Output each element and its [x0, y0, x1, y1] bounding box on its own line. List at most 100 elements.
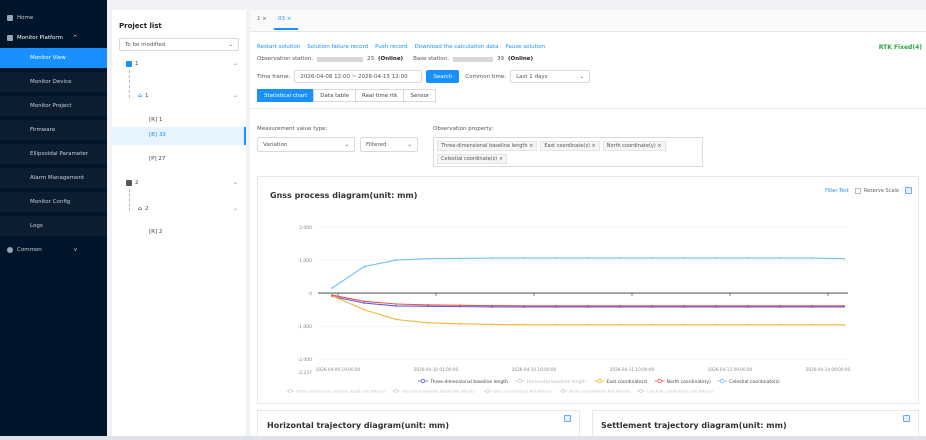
close-icon[interactable]: × [657, 143, 661, 149]
sidebar-item-ellipsoidal[interactable]: Ellipsoidal Parameter [0, 144, 107, 164]
series-point [587, 323, 589, 326]
sidebar-item-home[interactable]: Home [0, 8, 107, 28]
sidebar-item-common[interactable]: Common v [0, 240, 107, 260]
horizontal-trajectory-title: Horizontal trajectory diagram(unit: mm) [267, 421, 450, 430]
series-point [651, 323, 653, 326]
tab-03[interactable]: 03 × [278, 16, 291, 22]
tree-node-1-child[interactable]: ⌂ 1 [138, 93, 148, 99]
legend-marker [517, 378, 523, 384]
series-point [683, 323, 685, 326]
chevron-up-icon[interactable]: ⌃ [233, 208, 238, 215]
bottom-strip [0, 436, 926, 440]
filter-select[interactable]: Filtered ⌄ [360, 137, 418, 152]
legend-marker [720, 378, 725, 384]
sidebar-item-monitor-project[interactable]: Monitor Project [0, 96, 107, 116]
series-line [331, 295, 844, 326]
series-point [363, 265, 365, 268]
property-tag[interactable]: East coordinate(z) × [540, 141, 600, 151]
restart-solution-link[interactable]: Restart solution [257, 44, 300, 50]
sidebar-item-monitor-config[interactable]: Monitor Config [0, 192, 107, 212]
tab-data-table[interactable]: Data table [313, 89, 357, 102]
close-icon[interactable]: × [529, 143, 533, 149]
legend-marker [485, 389, 490, 393]
tree-leaf-r1[interactable]: [R] 1 [149, 117, 162, 123]
station-icon: ⌂ [138, 93, 142, 99]
series-point [363, 308, 365, 311]
tab-1[interactable]: 1 × [257, 16, 267, 22]
chevron-up-icon[interactable]: ⌃ [233, 95, 238, 102]
sidebar-item-logs[interactable]: Logs [0, 216, 107, 236]
measurement-type-select[interactable]: Variation ⌄ [257, 137, 355, 152]
legend-label: North coordinate(y) [667, 379, 711, 385]
series-point [395, 318, 397, 321]
sidebar-item-firmware[interactable]: Firmware [0, 120, 107, 140]
close-icon[interactable]: × [262, 16, 267, 22]
series-point [811, 323, 813, 326]
common-time-select[interactable]: Last 1 days ⌄ [510, 70, 591, 83]
tree-node-2-child[interactable]: ⌂ 2 [138, 206, 148, 212]
series-point [491, 323, 493, 326]
legend-marker [394, 389, 398, 393]
y-tick-label: 0 [309, 291, 312, 297]
x-tick-label: 2026-04-10 01:00:00 [414, 367, 459, 372]
close-icon[interactable]: × [287, 16, 292, 22]
search-button[interactable]: Search [426, 70, 460, 83]
x-tick-label: 2026-04-11 10:00:00 [610, 367, 655, 372]
chevron-down-icon: ⌄ [407, 141, 412, 148]
sidebar-item-monitor-device[interactable]: Monitor Device [0, 72, 107, 92]
sidebar-item-alarm[interactable]: Alarm Management [0, 168, 107, 188]
property-tag[interactable]: North coordinate(y) × [602, 141, 666, 151]
gnss-chart-panel: Gnss process diagram(unit: mm) Filter Te… [257, 176, 919, 404]
legend-label: Horizontal baseline length [527, 379, 586, 385]
chart-svg: 2,000 1,000 0 -1,000 -2,000 -2,237 2026-04-09 … [286, 225, 851, 394]
project-filter-select[interactable]: To be modified ⌄ [119, 38, 239, 51]
close-icon[interactable]: × [592, 143, 596, 149]
tree-node-1[interactable]: 1 [126, 61, 139, 67]
solution-failure-record-link[interactable]: Solution failure record [307, 44, 368, 50]
folder-icon [126, 180, 132, 186]
series-point [363, 302, 365, 304]
legend-marker [639, 389, 643, 393]
tab-sensor[interactable]: Sensor [403, 89, 437, 102]
series-point [555, 304, 557, 307]
divider [250, 108, 926, 109]
home-icon [7, 15, 13, 21]
save-image-icon[interactable] [564, 415, 571, 422]
observation-property-select[interactable]: Three-dimensional baseline length × East… [433, 137, 703, 167]
series-point [459, 322, 461, 325]
series-point [811, 304, 813, 307]
legend-marker [561, 389, 566, 393]
property-tag[interactable]: Celestial coordinate(z) × [437, 154, 508, 164]
chevron-up-icon[interactable]: ⌃ [233, 182, 238, 189]
tree-leaf-p27[interactable]: [P] 27 [149, 156, 165, 162]
x-tick-label: 2026-04-13 09:00:00 [708, 367, 753, 372]
series-point [331, 287, 333, 290]
series-point [523, 323, 525, 326]
series-point [395, 303, 397, 305]
save-image-icon[interactable] [903, 415, 910, 422]
time-row: Time frame: 2026-04-08 12:00 ~ 2026-04-1… [257, 70, 591, 83]
legend-label-not-filtered: East coordinate(z) Not Filtered [494, 389, 552, 394]
series-point [779, 304, 781, 307]
time-range-input[interactable]: 2026-04-08 12:00 ~ 2026-04-15 12:00 [294, 70, 423, 83]
property-tag[interactable]: Three-dimensional baseline length × [437, 141, 538, 151]
close-icon[interactable]: × [499, 156, 503, 162]
tree-leaf-r2[interactable]: [R] 2 [149, 229, 162, 235]
push-record-link[interactable]: Push record [375, 44, 407, 50]
tab-statistical-chart[interactable]: Statistical chart [257, 89, 315, 102]
download-data-link[interactable]: Download the calculation data [415, 44, 499, 50]
tab-real-time-rtk[interactable]: Real time rtk [355, 89, 405, 102]
series-point [683, 304, 685, 307]
tree-node-2[interactable]: 2 [126, 180, 139, 186]
sidebar-item-monitor-view[interactable]: Monitor View [0, 48, 107, 68]
legend-label-not-filtered: Three-dimensional baseline length Not Fi… [295, 389, 385, 394]
sidebar-item-monitor-platform[interactable]: Monitor Platform ^ [0, 28, 107, 48]
tree-leaf-b33[interactable]: [B] 33 [149, 132, 166, 138]
x-tick-label: 2026-04-14 09:00:00 [806, 367, 851, 372]
series-point [619, 257, 621, 259]
series-point [427, 321, 429, 324]
pause-solution-link[interactable]: Pause solution [505, 44, 545, 50]
chevron-up-icon[interactable]: ⌃ [233, 63, 238, 70]
series-point [459, 257, 461, 260]
legend-marker [288, 389, 292, 393]
